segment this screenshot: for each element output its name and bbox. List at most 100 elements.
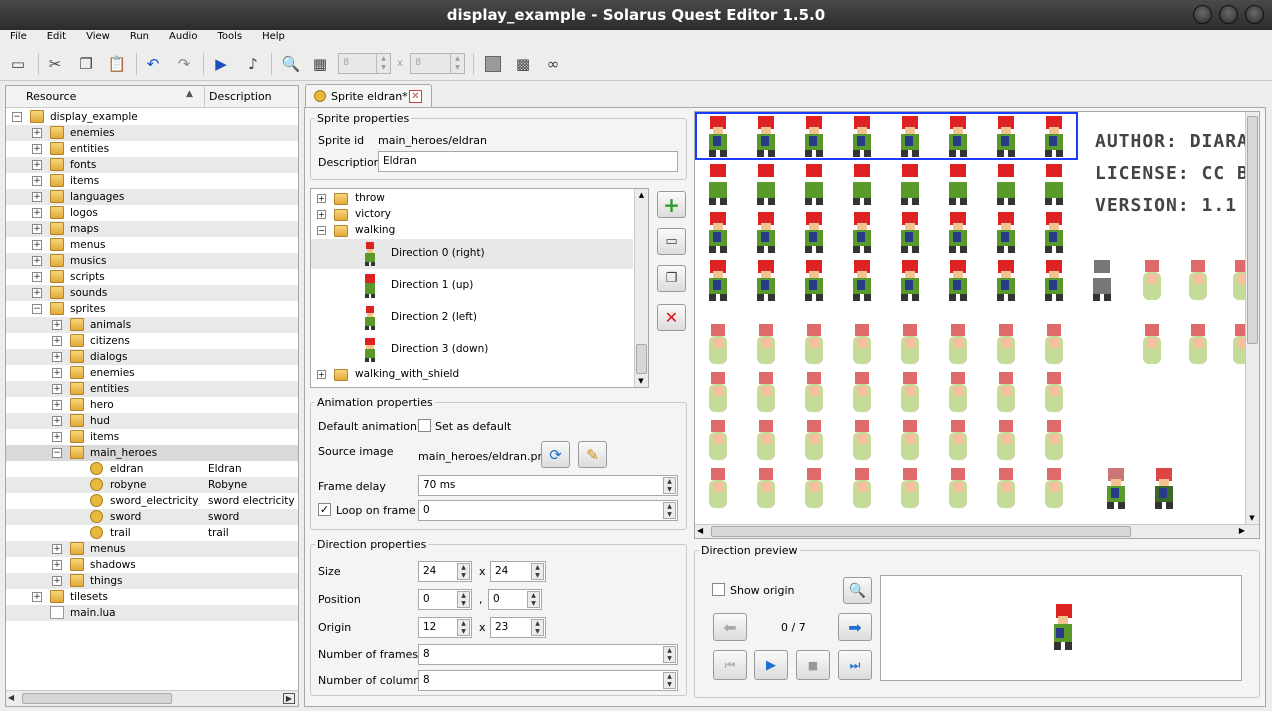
number-of-columns-spinbox[interactable]: 8 ▲ ▼ xyxy=(418,670,678,691)
anim-victory[interactable]: + victory xyxy=(311,207,633,223)
tree-item-hud[interactable]: + hud xyxy=(6,413,298,429)
anim-walking[interactable]: − walking xyxy=(311,223,633,239)
sheet-vertical-scrollbar[interactable]: ▼ xyxy=(1245,112,1259,524)
tree-item-enemies[interactable]: + enemies xyxy=(6,365,298,381)
tree-item-items[interactable]: + items xyxy=(6,173,298,189)
refresh-image-button[interactable]: ⟳ xyxy=(541,441,570,468)
tree-item-eldran[interactable]: eldran Eldran xyxy=(6,461,298,477)
menu-run[interactable]: Run xyxy=(120,30,159,46)
tree-item-enemies[interactable]: + enemies xyxy=(6,125,298,141)
expand-icon[interactable]: + xyxy=(32,288,42,298)
run-quest-icon[interactable]: ▶ xyxy=(208,51,234,77)
tree-horizontal-scrollbar[interactable]: ◀ ▶ xyxy=(6,690,298,706)
first-frame-button[interactable]: ⏮ xyxy=(713,650,747,680)
expand-icon[interactable]: + xyxy=(52,352,62,362)
tree-item-sword[interactable]: sword sword xyxy=(6,509,298,525)
tree-item-things[interactable]: + things xyxy=(6,573,298,589)
tree-item-robyne[interactable]: robyne Robyne xyxy=(6,477,298,493)
sheet-horizontal-scrollbar[interactable]: ◀ ▶ xyxy=(695,524,1259,538)
expand-icon[interactable]: + xyxy=(52,384,62,394)
menu-tools[interactable]: Tools xyxy=(207,30,252,46)
tree-item-main-lua[interactable]: main.lua xyxy=(6,605,298,621)
close-window-button[interactable] xyxy=(1245,5,1264,24)
tree-root[interactable]: − display_example xyxy=(6,109,298,125)
tree-item-sword-electricity[interactable]: sword_electricity sword electricity xyxy=(6,493,298,509)
minimize-button[interactable] xyxy=(1193,5,1212,24)
tree-item-entities[interactable]: + entities xyxy=(6,141,298,157)
expand-icon[interactable]: + xyxy=(52,320,62,330)
origin-x-spinbox[interactable]: 12 ▲ ▼ xyxy=(418,617,472,638)
tab-sprite-eldran[interactable]: Sprite eldran* ✕ xyxy=(305,84,432,107)
size-height-spinbox[interactable]: 24 ▲ ▼ xyxy=(490,561,546,582)
quest-properties-icon[interactable]: ▭ xyxy=(5,51,31,77)
music-icon[interactable]: ♪ xyxy=(240,51,266,77)
show-origin-checkbox[interactable] xyxy=(712,583,725,596)
tree-item-fonts[interactable]: + fonts xyxy=(6,157,298,173)
sprite-sheet-view[interactable]: AUTHOR: DIARA LICENSE: CC BY VERSION: 1.… xyxy=(694,111,1260,539)
collapse-icon[interactable]: − xyxy=(52,448,62,458)
tree-item-citizens[interactable]: + citizens xyxy=(6,333,298,349)
animation-tree[interactable]: + throw + victory − walking Direction 0 … xyxy=(310,188,649,388)
expand-icon[interactable]: + xyxy=(32,240,42,250)
size-width-spinbox[interactable]: 24 ▲ ▼ xyxy=(418,561,472,582)
position-x-spinbox[interactable]: 0 ▲ ▼ xyxy=(418,589,472,610)
stop-button[interactable]: ■ xyxy=(796,650,830,680)
number-of-frames-spinbox[interactable]: 8 ▲ ▼ xyxy=(418,644,678,665)
previous-direction-button[interactable]: ⬅ xyxy=(713,613,747,641)
menu-file[interactable]: File xyxy=(0,30,37,46)
add-animation-button[interactable]: + xyxy=(657,191,686,218)
last-frame-button[interactable]: ⏭ xyxy=(838,650,872,680)
description-input[interactable]: Eldran xyxy=(378,151,678,172)
expand-icon[interactable]: + xyxy=(32,272,42,282)
collapse-icon[interactable]: − xyxy=(32,304,42,314)
expand-icon[interactable]: + xyxy=(32,176,42,186)
edit-image-button[interactable]: ✎ xyxy=(578,441,607,468)
origin-y-spinbox[interactable]: 23 ▲ ▼ xyxy=(490,617,546,638)
anim-walking-with-shield[interactable]: + walking_with_shield xyxy=(311,367,633,383)
menu-help[interactable]: Help xyxy=(252,30,295,46)
expand-icon[interactable]: + xyxy=(32,128,42,138)
frame-delay-spinbox[interactable]: 70 ms ▲ ▼ xyxy=(418,475,678,496)
rename-animation-button[interactable]: ▭ xyxy=(657,228,686,255)
loop-frame-spinbox[interactable]: 0 ▲ ▼ xyxy=(418,500,678,521)
tree-item-shadows[interactable]: + shadows xyxy=(6,557,298,573)
expand-icon[interactable]: + xyxy=(52,336,62,346)
menu-edit[interactable]: Edit xyxy=(37,30,76,46)
tree-item-menus[interactable]: + menus xyxy=(6,541,298,557)
tree-item-dialogs[interactable]: + dialogs xyxy=(6,349,298,365)
expand-icon[interactable]: + xyxy=(32,256,42,266)
direction-2-item[interactable]: Direction 2 (left) xyxy=(311,303,633,333)
preview-zoom-button[interactable]: 🔍 xyxy=(843,577,872,604)
tree-item-hero[interactable]: + hero xyxy=(6,397,298,413)
expand-icon[interactable]: + xyxy=(52,560,62,570)
tree-item-languages[interactable]: + languages xyxy=(6,189,298,205)
delete-animation-button[interactable]: ✕ xyxy=(657,304,686,331)
tree-item-tilesets[interactable]: + tilesets xyxy=(6,589,298,605)
animation-tree-scrollbar[interactable]: ▲ ▼ xyxy=(634,189,648,387)
tree-item-maps[interactable]: + maps xyxy=(6,221,298,237)
cut-icon[interactable]: ✂ xyxy=(42,51,68,77)
grid-icon[interactable]: ▦ xyxy=(307,51,333,77)
expand-icon[interactable]: + xyxy=(32,192,42,202)
resource-tree[interactable]: Resource ▲ Description − display_example +… xyxy=(5,85,299,707)
paste-icon[interactable]: 📋 xyxy=(104,51,130,77)
background-color-icon[interactable] xyxy=(480,51,506,77)
position-y-spinbox[interactable]: 0 ▲ ▼ xyxy=(488,589,542,610)
collapse-icon[interactable]: − xyxy=(12,112,22,122)
tree-item-logos[interactable]: + logos xyxy=(6,205,298,221)
copy-icon[interactable]: ❐ xyxy=(73,51,99,77)
anim-throw[interactable]: + throw xyxy=(311,191,633,207)
loop-on-frame-checkbox[interactable]: ✓ xyxy=(318,503,331,516)
zoom-icon[interactable]: 🔍 xyxy=(278,51,304,77)
grid-width-spinbox[interactable]: 8 ▲ ▼ xyxy=(338,53,391,74)
tree-item-main-heroes[interactable]: − main_heroes xyxy=(6,445,298,461)
column-resource[interactable]: Resource xyxy=(26,90,76,103)
expand-icon[interactable]: + xyxy=(52,544,62,554)
direction-1-item[interactable]: Direction 1 (up) xyxy=(311,271,633,301)
expand-icon[interactable]: + xyxy=(52,416,62,426)
layers-icon[interactable]: ∞ xyxy=(540,51,566,77)
maximize-button[interactable] xyxy=(1219,5,1238,24)
tree-item-entities[interactable]: + entities xyxy=(6,381,298,397)
grid-height-spinbox[interactable]: 8 ▲ ▼ xyxy=(410,53,465,74)
direction-0-item[interactable]: Direction 0 (right) xyxy=(311,239,633,269)
